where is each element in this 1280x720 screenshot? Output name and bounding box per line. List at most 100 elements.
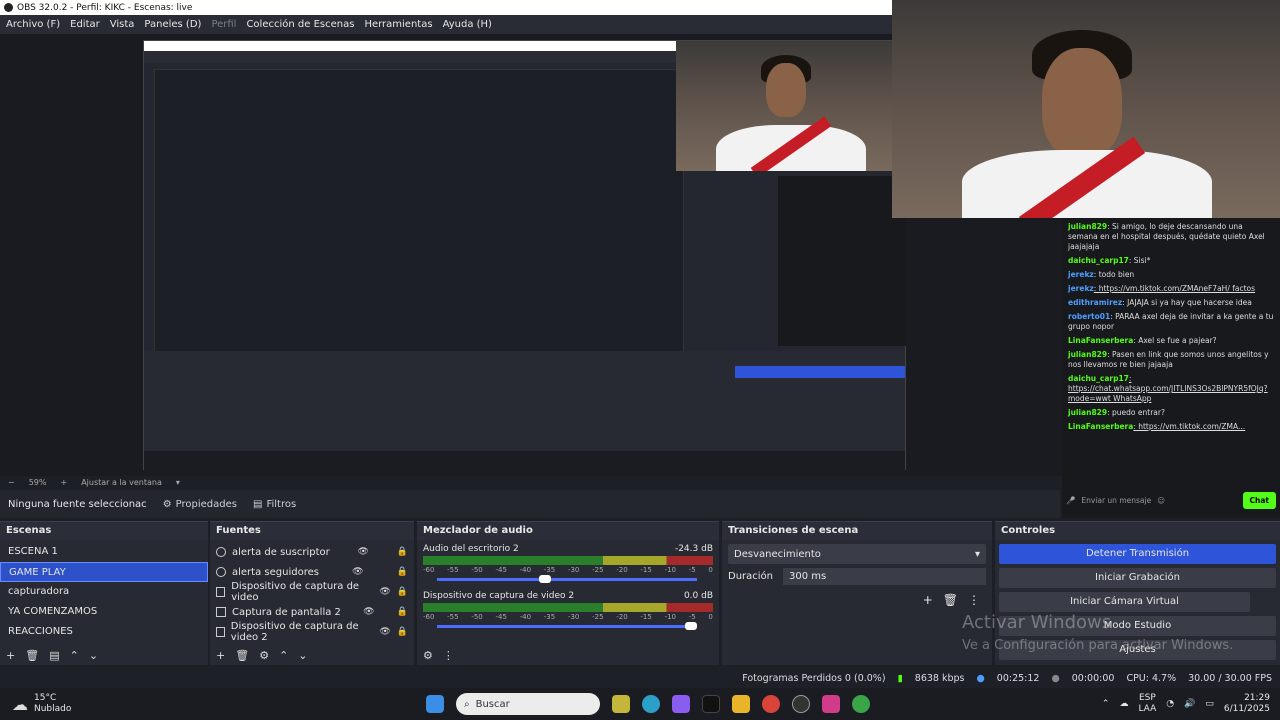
cloud-icon[interactable]: ☁ bbox=[1119, 699, 1128, 709]
copilot-icon[interactable] bbox=[672, 695, 690, 713]
chevron-up-icon[interactable]: ⌃ bbox=[1102, 699, 1110, 709]
menu-archivo[interactable]: Archivo (F) bbox=[6, 19, 60, 30]
source-settings-button[interactable]: ⚙ bbox=[259, 649, 269, 662]
source-item[interactable]: Dispositivo de captura de video 2 👁 🔒 bbox=[210, 621, 414, 643]
eye-icon[interactable]: 👁 bbox=[379, 587, 390, 597]
preview-zoom-bar: − 59% + Ajustar a la ventana ▾ bbox=[0, 476, 1060, 488]
menu-paneles[interactable]: Paneles (D) bbox=[144, 19, 201, 30]
fader-knob[interactable] bbox=[685, 622, 697, 630]
windows-start-icon[interactable] bbox=[426, 695, 444, 713]
lock-icon[interactable]: 🔒 bbox=[397, 627, 408, 637]
camera-icon bbox=[216, 627, 225, 637]
scene-item[interactable]: YA COMENZAMOS bbox=[0, 602, 208, 622]
properties-button[interactable]: ⚙ Propiedades bbox=[163, 499, 237, 510]
dropped-frames: Fotogramas Perdidos 0 (0.0%) bbox=[742, 672, 886, 684]
instagram-icon[interactable] bbox=[822, 695, 840, 713]
menu-coleccion-escenas[interactable]: Colección de Escenas bbox=[246, 19, 354, 30]
battery-icon[interactable]: ▭ bbox=[1205, 699, 1214, 709]
chevron-down-icon[interactable]: ▾ bbox=[176, 478, 180, 487]
scene-item[interactable]: REACCIONES bbox=[0, 622, 208, 642]
lock-icon[interactable]: 🔒 bbox=[397, 547, 408, 557]
more-options-icon[interactable]: ⋮ bbox=[968, 593, 980, 607]
lock-icon[interactable]: 🔒 bbox=[397, 607, 408, 617]
remove-transition-button[interactable]: 🗑 bbox=[943, 593, 958, 607]
remove-scene-button[interactable]: 🗑 bbox=[25, 649, 39, 662]
folder-icon[interactable] bbox=[732, 695, 750, 713]
chat-send-button[interactable]: Chat bbox=[1242, 491, 1276, 509]
windows-taskbar: ☁ 15°C Nublado ⌕ Buscar ⌃ ☁ ESP LAA ◔ 🔊 ▭ … bbox=[0, 688, 1280, 720]
move-down-button[interactable]: ⌄ bbox=[89, 649, 98, 662]
language-indicator[interactable]: ESP LAA bbox=[1138, 693, 1156, 715]
weather-widget[interactable]: ☁ 15°C Nublado bbox=[0, 693, 200, 715]
add-transition-button[interactable]: + bbox=[923, 593, 933, 607]
remove-source-button[interactable]: 🗑 bbox=[235, 649, 249, 662]
menu-vista[interactable]: Vista bbox=[110, 19, 135, 30]
emoji-icon[interactable]: ☺ bbox=[1157, 496, 1165, 505]
start-virtual-camera-button[interactable]: Iniciar Cámara Virtual bbox=[999, 592, 1250, 612]
move-up-button[interactable]: ⌃ bbox=[279, 649, 288, 662]
eye-icon[interactable]: 👁 bbox=[379, 627, 390, 637]
app-icon[interactable] bbox=[612, 695, 630, 713]
chat-input[interactable]: Enviar un mensaje bbox=[1081, 496, 1151, 505]
stop-streaming-button[interactable]: Detener Transmisión bbox=[999, 544, 1276, 564]
taskbar-search[interactable]: ⌕ Buscar bbox=[456, 693, 600, 715]
source-item[interactable]: alerta seguidores 👁 🔒 bbox=[210, 562, 414, 582]
scene-item-selected[interactable]: GAME PLAY bbox=[0, 562, 208, 582]
start-recording-button[interactable]: Iniciar Grabación bbox=[999, 568, 1276, 588]
volume-slider[interactable] bbox=[437, 622, 697, 630]
eye-icon[interactable]: 👁 bbox=[358, 547, 369, 557]
transitions-title: Transiciones de escena bbox=[722, 522, 992, 540]
add-scene-button[interactable]: + bbox=[6, 649, 15, 662]
menu-editar[interactable]: Editar bbox=[70, 19, 100, 30]
mixer-channel: Dispositivo de captura de video 2 0.0 dB … bbox=[423, 591, 713, 630]
volume-icon[interactable]: 🔊 bbox=[1184, 699, 1195, 709]
eye-icon[interactable]: 👁 bbox=[352, 567, 363, 577]
scene-item[interactable]: capturadora bbox=[0, 582, 208, 602]
chrome-icon[interactable] bbox=[762, 695, 780, 713]
eye-icon[interactable]: 👁 bbox=[363, 607, 374, 617]
transition-select[interactable]: Desvanecimiento ▾ bbox=[728, 544, 986, 564]
clock[interactable]: 21:29 6/11/2025 bbox=[1224, 693, 1270, 715]
edge-icon[interactable] bbox=[642, 695, 660, 713]
bitrate: 8638 kbps bbox=[914, 672, 965, 684]
window-titlebar: OBS 32.0.2 - Perfil: KIKC - Escenas: liv… bbox=[0, 0, 892, 15]
scene-item[interactable]: ESCENA 1 bbox=[0, 542, 208, 562]
source-item[interactable]: Dispositivo de captura de video 👁 🔒 bbox=[210, 581, 414, 603]
chat-message: daichu_carp17: Sisi* bbox=[1068, 256, 1151, 265]
chrome-icon[interactable] bbox=[852, 695, 870, 713]
lock-icon[interactable]: 🔒 bbox=[397, 567, 408, 577]
move-down-button[interactable]: ⌄ bbox=[298, 649, 307, 662]
chat-message: jerekz: https://vm.tiktok.com/ZMAneF7aH/… bbox=[1068, 284, 1256, 293]
fit-window-button[interactable]: Ajustar a la ventana bbox=[81, 478, 162, 487]
filter-icon: ▤ bbox=[252, 498, 263, 510]
duration-input[interactable]: 300 ms bbox=[783, 568, 986, 585]
fader-knob[interactable] bbox=[539, 575, 551, 583]
advanced-audio-button[interactable]: ⚙ bbox=[423, 649, 433, 662]
nested-screen-capture bbox=[143, 40, 907, 471]
zoom-in-button[interactable]: + bbox=[60, 478, 67, 487]
chat-message: julian829: Si amigo, lo deje descansando… bbox=[1068, 222, 1265, 251]
scene-filters-button[interactable]: ▤ bbox=[49, 649, 59, 662]
add-source-button[interactable]: + bbox=[216, 649, 225, 662]
obs-icon[interactable] bbox=[792, 695, 810, 713]
wifi-icon[interactable]: ◔ bbox=[1166, 699, 1174, 709]
zoom-level[interactable]: 59% bbox=[29, 478, 47, 487]
volume-slider[interactable] bbox=[437, 575, 697, 583]
transitions-dock: Transiciones de escena Desvanecimiento ▾ … bbox=[722, 521, 992, 665]
filters-button[interactable]: ▤ Filtros bbox=[253, 499, 296, 510]
browser-source-icon bbox=[216, 547, 226, 557]
source-item[interactable]: Captura de pantalla 2 👁 🔒 bbox=[210, 602, 414, 622]
source-item[interactable]: alerta de suscriptor 👁 🔒 bbox=[210, 542, 414, 562]
tiktok-icon[interactable] bbox=[702, 695, 720, 713]
more-options-icon[interactable]: ⋮ bbox=[443, 649, 454, 662]
move-up-button[interactable]: ⌃ bbox=[70, 649, 79, 662]
lock-icon[interactable]: 🔒 bbox=[397, 587, 408, 597]
duration-label: Duración bbox=[728, 571, 774, 582]
menu-bar: Archivo (F) Editar Vista Paneles (D) Per… bbox=[0, 15, 892, 34]
window-title: OBS 32.0.2 - Perfil: KIKC - Escenas: liv… bbox=[17, 2, 193, 13]
cpu-usage: CPU: 4.7% bbox=[1126, 672, 1177, 684]
menu-ayuda[interactable]: Ayuda (H) bbox=[443, 19, 492, 30]
zoom-out-button[interactable]: − bbox=[8, 478, 15, 487]
mic-icon[interactable]: 🎤 bbox=[1066, 496, 1075, 505]
menu-herramientas[interactable]: Herramientas bbox=[364, 19, 432, 30]
